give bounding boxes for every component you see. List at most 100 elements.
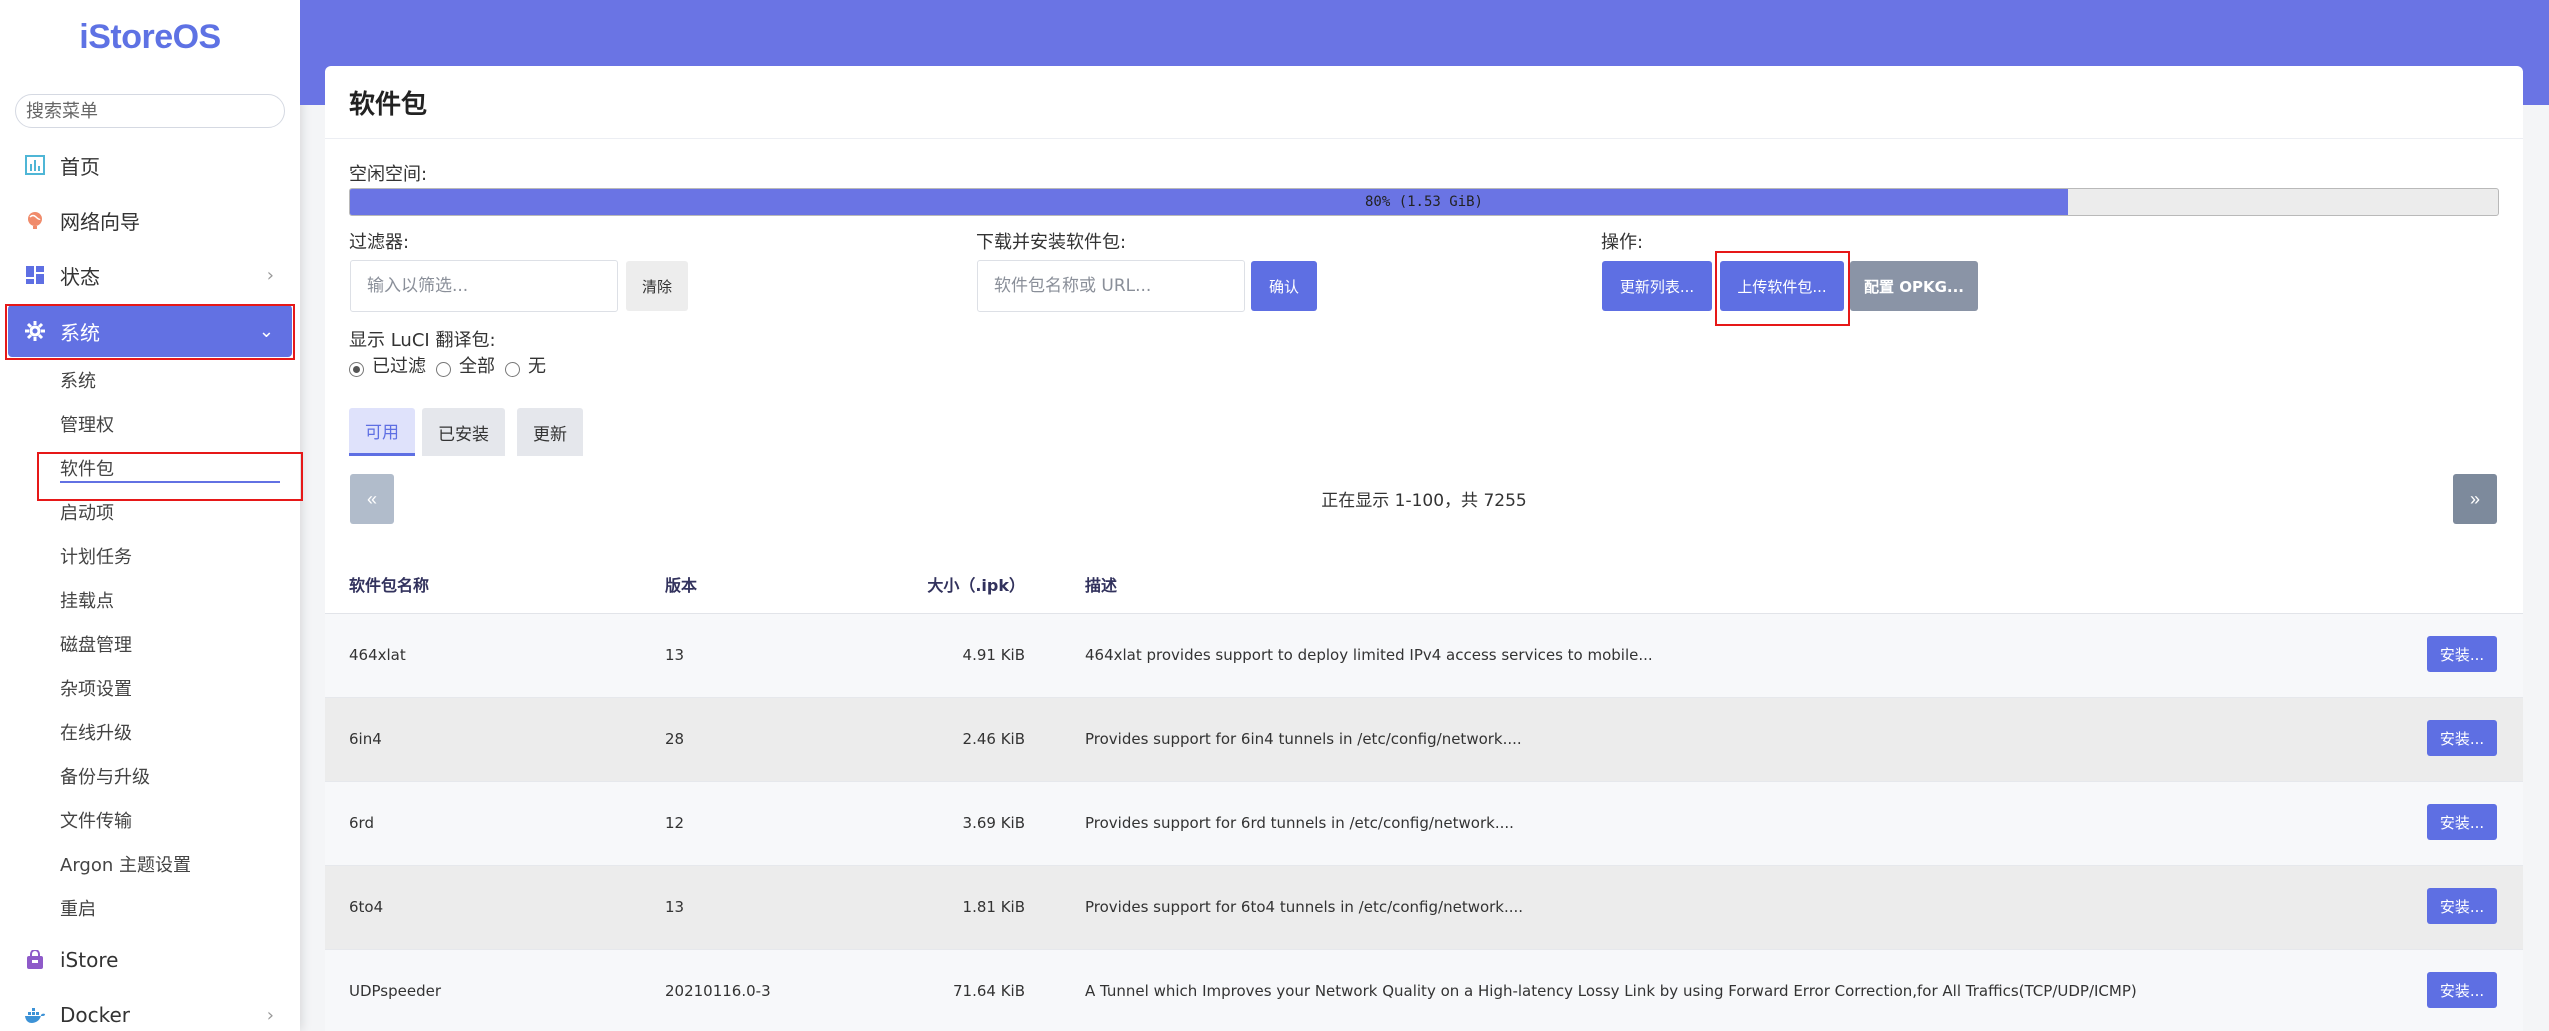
submenu-admin[interactable]: 管理权 (60, 413, 114, 439)
globe-icon (24, 209, 46, 231)
software-panel: 软件包 空闲空间: 80% (1.53 GiB) 过滤器: 清除 下载并安装软件… (325, 66, 2523, 1031)
table-row: 6to4 13 1.81 KiB Provides support for 6t… (325, 866, 2523, 950)
submenu-mount-points[interactable]: 挂载点 (60, 589, 114, 615)
package-size: 2.46 KiB (962, 730, 1025, 748)
submenu-online-upgrade[interactable]: 在线升级 (60, 721, 132, 747)
tab-installed[interactable]: 已安装 (422, 408, 505, 456)
upload-package-button[interactable]: 上传软件包... (1720, 261, 1844, 311)
download-install-label: 下载并安装软件包: (976, 232, 1127, 253)
submenu-file-transfer[interactable]: 文件传输 (60, 809, 132, 835)
next-page-button[interactable]: » (2453, 474, 2497, 524)
docker-whale-icon (24, 1004, 46, 1026)
menu-istore-label: iStore (60, 948, 119, 972)
install-button[interactable]: 安装... (2427, 972, 2497, 1008)
luci-translation-label: 显示 LuCI 翻译包: (349, 330, 496, 351)
install-button[interactable]: 安装... (2427, 720, 2497, 756)
package-name: 464xlat (349, 646, 406, 664)
free-space-label: 空闲空间: (349, 164, 428, 185)
submenu-reboot[interactable]: 重启 (60, 897, 96, 923)
filter-input[interactable] (350, 260, 618, 312)
package-name: 6to4 (349, 898, 384, 916)
page-title: 软件包 (349, 90, 428, 120)
package-size: 4.91 KiB (962, 646, 1025, 664)
sidebar: iStoreOS 首页 网络向导 状态 › 系统 ⌄ 系统 管理权 软件包 启动… (0, 0, 303, 1031)
gear-icon (24, 320, 46, 342)
table-row: UDPspeeder 20210116.0-3 71.64 KiB A Tunn… (325, 950, 2523, 1031)
package-version: 28 (665, 730, 685, 748)
package-url-input[interactable] (977, 260, 1245, 312)
filter-label: 过滤器: (349, 232, 410, 253)
package-size: 71.64 KiB (952, 982, 1025, 1000)
header-description: 描述 (1085, 576, 1118, 595)
table-row: 6rd 12 3.69 KiB Provides support for 6rd… (325, 782, 2523, 866)
tab-updates[interactable]: 更新 (517, 408, 583, 456)
store-bag-icon (24, 949, 46, 971)
install-button[interactable]: 安装... (2427, 888, 2497, 924)
package-description: Provides support for 6in4 tunnels in /et… (1085, 730, 1522, 748)
install-button[interactable]: 安装... (2427, 636, 2497, 672)
table-row: 6in4 28 2.46 KiB Provides support for 6i… (325, 698, 2523, 782)
submenu-scheduled-tasks[interactable]: 计划任务 (60, 545, 132, 571)
submenu-argon-theme[interactable]: Argon 主题设置 (60, 853, 191, 879)
package-name: 6in4 (349, 730, 382, 748)
luci-translation-options: 已过滤 全部 无 (349, 352, 550, 378)
package-version: 20210116.0-3 (665, 982, 771, 1000)
menu-istore[interactable]: iStore (0, 933, 300, 987)
chevron-right-icon: › (266, 264, 274, 286)
chevron-right-icon: › (266, 1004, 274, 1026)
menu-network-wizard-label: 网络向导 (60, 209, 140, 234)
chevron-down-icon: ⌄ (258, 320, 274, 342)
radio-all-label: 全部 (459, 356, 495, 377)
submenu-software[interactable]: 软件包 (60, 457, 280, 483)
submenu-misc-settings[interactable]: 杂项设置 (60, 677, 132, 703)
submenu-startup[interactable]: 启动项 (60, 501, 114, 527)
menu-system-label: 系统 (60, 320, 100, 345)
grid-icon (24, 264, 46, 286)
menu-search-input[interactable] (15, 94, 285, 128)
confirm-button[interactable]: 确认 (1251, 261, 1317, 311)
radio-none[interactable] (505, 361, 520, 377)
clear-button[interactable]: 清除 (626, 261, 688, 311)
header-package-name: 软件包名称 (349, 576, 430, 595)
package-description: 464xlat provides support to deploy limit… (1085, 646, 1653, 664)
package-version: 13 (665, 646, 685, 664)
package-version: 13 (665, 898, 685, 916)
package-name: UDPspeeder (349, 982, 442, 1000)
radio-none-label: 无 (528, 356, 546, 377)
package-description: Provides support for 6to4 tunnels in /et… (1085, 898, 1524, 916)
radio-filtered[interactable] (349, 361, 364, 377)
submenu-backup-upgrade[interactable]: 备份与升级 (60, 765, 150, 791)
pagination-status: 正在显示 1-100，共 7255 (1321, 491, 1527, 511)
package-description: Provides support for 6rd tunnels in /etc… (1085, 814, 1514, 832)
menu-system[interactable]: 系统 ⌄ (8, 305, 292, 357)
package-version: 12 (665, 814, 685, 832)
free-space-text: 80% (1.53 GiB) (1364, 194, 1483, 210)
radio-filtered-label: 已过滤 (372, 356, 426, 377)
configure-opkg-button[interactable]: 配置 OPKG... (1850, 261, 1978, 311)
dashboard-chart-icon (24, 154, 46, 176)
header-version: 版本 (665, 576, 698, 595)
package-name: 6rd (349, 814, 374, 832)
header-size: 大小（.ipk） (927, 576, 1025, 595)
radio-all[interactable] (436, 361, 451, 377)
menu-home[interactable]: 首页 (0, 138, 300, 192)
istoreos-logo[interactable]: iStoreOS (0, 18, 300, 57)
free-space-progress: 80% (1.53 GiB) (349, 188, 2499, 216)
update-lists-button[interactable]: 更新列表... (1602, 261, 1712, 311)
menu-docker-label: Docker (60, 1003, 131, 1027)
submenu-disk-management[interactable]: 磁盘管理 (60, 633, 132, 659)
menu-home-label: 首页 (60, 154, 100, 179)
install-button[interactable]: 安装... (2427, 804, 2497, 840)
menu-network-wizard[interactable]: 网络向导 (0, 193, 300, 247)
package-description: A Tunnel which Improves your Network Qua… (1085, 982, 2137, 1000)
menu-docker[interactable]: Docker › (0, 988, 300, 1031)
table-header: 软件包名称 版本 大小（.ipk） 描述 (325, 550, 2523, 614)
package-size: 1.81 KiB (962, 898, 1025, 916)
tab-available[interactable]: 可用 (349, 408, 415, 456)
title-divider (325, 138, 2523, 139)
package-size: 3.69 KiB (962, 814, 1025, 832)
actions-label: 操作: (1601, 232, 1644, 253)
menu-status[interactable]: 状态 › (0, 248, 300, 302)
submenu-system[interactable]: 系统 (60, 369, 96, 395)
table-row: 464xlat 13 4.91 KiB 464xlat provides sup… (325, 614, 2523, 698)
